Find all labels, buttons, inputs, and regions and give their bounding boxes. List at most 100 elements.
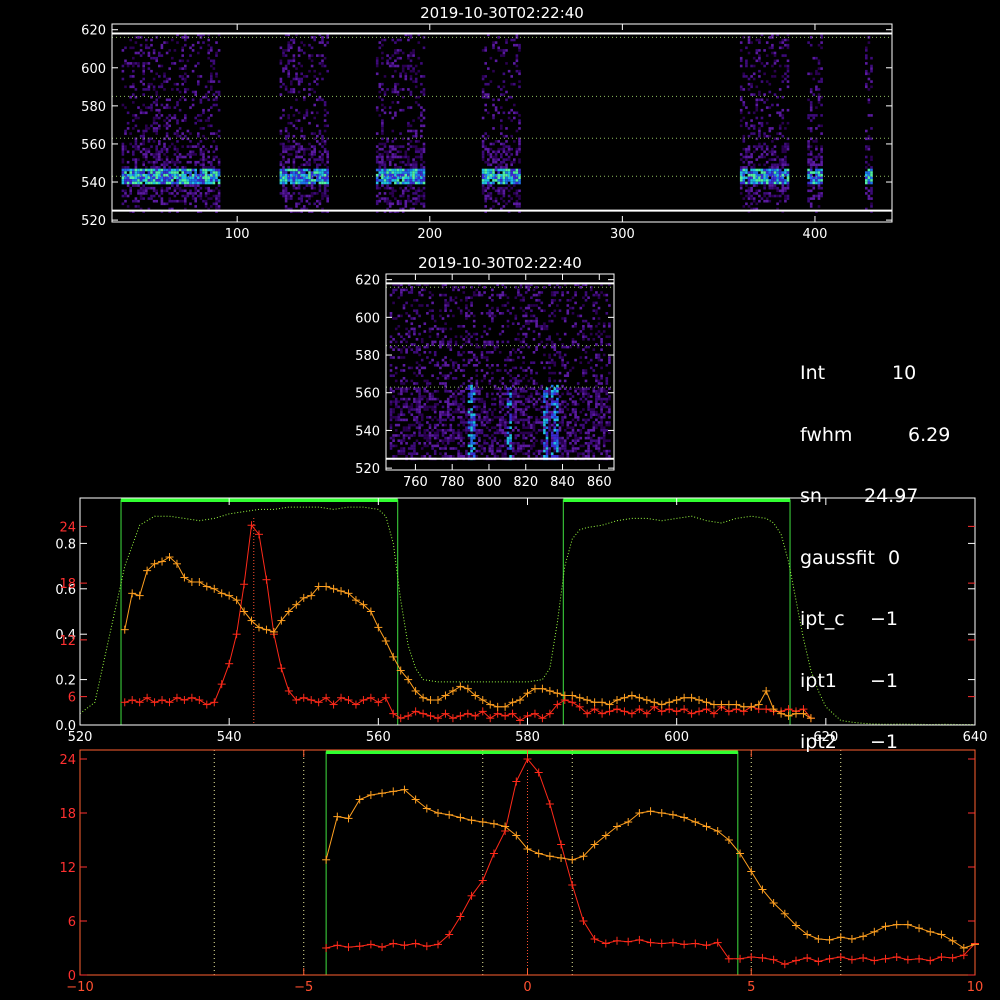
image-panel-zoom-pixel bbox=[407, 405, 411, 409]
image-panel-top-pixel bbox=[215, 98, 218, 102]
image-panel-top-pixel bbox=[160, 150, 164, 154]
image-panel-zoom-pixel bbox=[595, 400, 598, 403]
image-panel-zoom-pixel bbox=[493, 431, 497, 435]
image-panel-top-pixel bbox=[755, 181, 759, 185]
image-panel-zoom-pixel bbox=[587, 452, 590, 455]
image-panel-zoom-pixel bbox=[535, 390, 538, 393]
image-panel-top-pixel bbox=[318, 163, 322, 167]
image-panel-zoom-pixel bbox=[524, 369, 528, 372]
image-panel-zoom-pixel bbox=[501, 392, 505, 396]
image-panel-top-pixel bbox=[284, 85, 288, 89]
image-panel-zoom-pixel bbox=[439, 400, 442, 403]
image-panel-top-pixel bbox=[142, 163, 145, 167]
image-panel-top-pixel bbox=[308, 142, 311, 146]
image-panel-zoom-pixel bbox=[584, 397, 588, 401]
image-panel-zoom-pixel bbox=[589, 413, 593, 416]
image-panel-top-pixel bbox=[487, 160, 490, 164]
image-panel-zoom-pixel bbox=[389, 340, 393, 344]
image-panel-top-pixel bbox=[287, 179, 290, 182]
image-panel-top-pixel bbox=[197, 176, 200, 180]
image-panel-top-pixel bbox=[807, 176, 810, 180]
image-panel-top-pixel bbox=[865, 85, 868, 89]
image-panel-zoom-pixel bbox=[532, 397, 536, 401]
image-panel-zoom-pixel bbox=[506, 434, 510, 437]
image-panel-top-pixel bbox=[776, 202, 779, 206]
image-panel-top-pixel bbox=[181, 145, 184, 148]
image-panel-zoom-pixel bbox=[491, 293, 494, 297]
image-panel-top-pixel bbox=[507, 111, 511, 115]
image-panel-zoom-pixel bbox=[410, 444, 414, 448]
image-panel-top-pixel bbox=[292, 163, 296, 167]
image-panel-top-pixel bbox=[318, 129, 322, 133]
image-panel-top-pixel bbox=[297, 179, 301, 182]
image-panel-top-pixel bbox=[217, 199, 221, 203]
image-panel-top-pixel bbox=[303, 194, 306, 198]
image-panel-top-pixel bbox=[500, 127, 503, 130]
image-panel-top-pixel bbox=[812, 186, 816, 190]
image-panel-zoom-pixel bbox=[543, 395, 546, 398]
image-panel-zoom-pixel bbox=[478, 413, 481, 416]
image-panel-zoom-pixel bbox=[402, 377, 406, 380]
image-panel-top-pixel bbox=[134, 124, 138, 128]
image-panel-zoom-pixel bbox=[537, 299, 541, 302]
image-panel-zoom-pixel bbox=[550, 392, 554, 396]
image-panel-zoom-pixel bbox=[470, 296, 473, 299]
image-panel-top-pixel bbox=[513, 171, 516, 174]
image-panel-top-pixel bbox=[204, 205, 208, 208]
image-panel-top-pixel bbox=[303, 134, 306, 138]
image-panel-top-pixel bbox=[492, 103, 495, 107]
image-panel-zoom-pixel bbox=[522, 387, 525, 390]
image-panel-top-pixel bbox=[505, 98, 508, 102]
image-panel-top-pixel bbox=[303, 163, 306, 167]
image-panel-zoom-pixel bbox=[462, 325, 466, 328]
image-panel-top-pixel bbox=[489, 173, 493, 177]
image-panel-zoom-pixel bbox=[535, 319, 538, 323]
image-panel-top-pixel bbox=[121, 181, 125, 185]
image-panel-zoom-pixel bbox=[426, 452, 429, 455]
image-panel-top-pixel bbox=[178, 199, 182, 203]
image-panel-top-pixel bbox=[388, 163, 392, 167]
image-panel-top-pixel bbox=[515, 69, 519, 73]
image-panel-top-pixel bbox=[132, 184, 135, 187]
image-panel-zoom-pixel bbox=[415, 390, 419, 393]
image-panel-top-pixel bbox=[758, 176, 761, 180]
image-panel-top-pixel bbox=[515, 147, 519, 151]
image-panel-zoom-pixel bbox=[548, 413, 551, 416]
image-panel-zoom-pixel bbox=[410, 455, 414, 458]
image-panel-top-pixel bbox=[414, 171, 418, 174]
image-panel-zoom-pixel bbox=[504, 431, 507, 435]
image-panel-top-pixel bbox=[401, 179, 405, 182]
image-panel-zoom-pixel bbox=[444, 418, 447, 422]
image-panel-zoom-pixel bbox=[563, 332, 567, 336]
image-panel-zoom-pixel bbox=[392, 288, 395, 292]
image-panel-zoom-pixel bbox=[462, 423, 466, 427]
image-panel-zoom-pixel bbox=[548, 371, 551, 375]
image-panel-zoom-pixel bbox=[553, 345, 557, 349]
image-panel-zoom-pixel bbox=[407, 332, 411, 336]
image-panel-zoom-pixel bbox=[553, 423, 557, 427]
image-panel-top-pixel bbox=[497, 85, 500, 89]
image-panel-top-pixel bbox=[321, 38, 324, 42]
image-panel-top-pixel bbox=[494, 108, 498, 112]
image-panel-zoom-pixel bbox=[592, 423, 596, 427]
image-panel-top-pixel bbox=[292, 160, 296, 164]
image-panel-top-pixel bbox=[375, 72, 379, 76]
image-panel-top-pixel bbox=[381, 184, 384, 187]
image-panel-top-pixel bbox=[375, 132, 379, 135]
image-panel-zoom-pixel bbox=[519, 431, 523, 435]
image-panel-top-pixel bbox=[321, 64, 324, 68]
image-panel-zoom-pixel bbox=[457, 410, 460, 414]
image-panel-top-pixel bbox=[500, 93, 503, 96]
image-panel-top-pixel bbox=[173, 176, 177, 180]
image-panel-zoom-pixel bbox=[407, 366, 411, 370]
image-panel-zoom-pixel bbox=[433, 431, 437, 435]
image-panel-top-pixel bbox=[502, 147, 506, 151]
image-panel-top-pixel bbox=[215, 194, 218, 198]
image-panel-zoom-pixel bbox=[459, 325, 463, 328]
image-panel-top-pixel bbox=[152, 140, 156, 143]
image-panel-zoom-pixel bbox=[410, 434, 414, 437]
image-panel-top-pixel bbox=[391, 158, 395, 161]
image-panel-top-pixel bbox=[781, 80, 785, 83]
image-panel-top-pixel bbox=[747, 145, 751, 148]
image-panel-zoom-pixel bbox=[548, 379, 551, 383]
